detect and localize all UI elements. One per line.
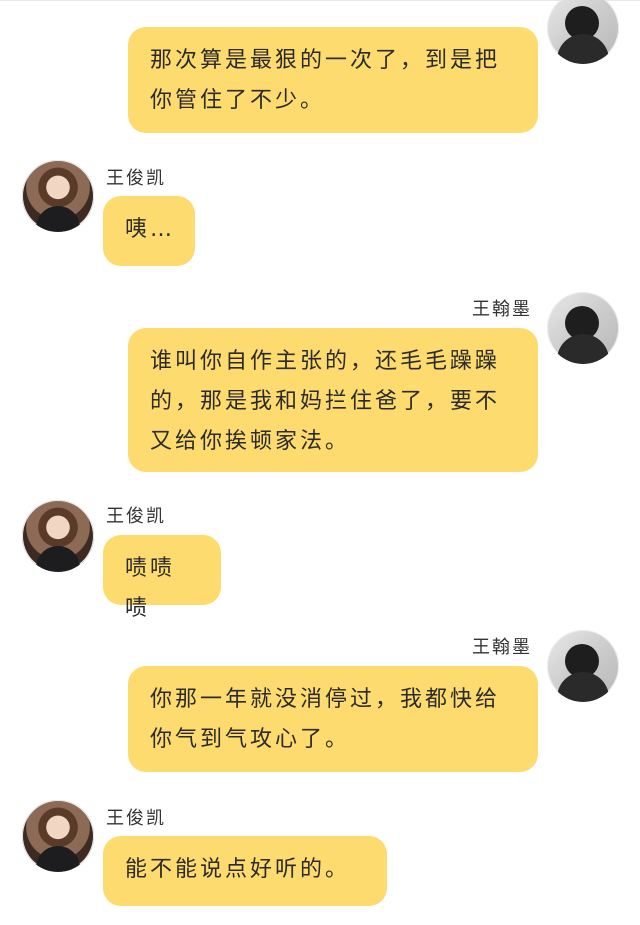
avatar-self[interactable]: [547, 292, 619, 364]
message-text: 能不能说点好听的。: [125, 857, 351, 882]
message-bubble-self[interactable]: 你那一年就没消停过，我都快给你气到气攻心了。: [128, 666, 538, 772]
message-text: 谁叫你自作主张的，还毛毛躁躁的，那是我和妈拦住爸了，要不又给你挨顿家法。: [150, 349, 501, 454]
sender-name: 王俊凯: [106, 808, 166, 829]
message-bubble-self[interactable]: 那次算是最狠的一次了，到是把你管住了不少。: [128, 27, 538, 133]
top-divider: [0, 0, 640, 1]
avatar-other[interactable]: [22, 800, 94, 872]
message-text: 咦…: [125, 217, 176, 242]
sender-name: 王翰墨: [472, 637, 532, 658]
message-bubble-self[interactable]: 谁叫你自作主张的，还毛毛躁躁的，那是我和妈拦住爸了，要不又给你挨顿家法。: [128, 328, 538, 472]
avatar-self[interactable]: [547, 0, 619, 64]
message-text: 啧啧啧: [125, 556, 176, 621]
message-text: 那次算是最狠的一次了，到是把你管住了不少。: [150, 48, 501, 113]
avatar-other[interactable]: [22, 500, 94, 572]
sender-name: 王俊凯: [106, 168, 166, 189]
sender-name: 王俊凯: [106, 506, 166, 527]
avatar-self[interactable]: [547, 630, 619, 702]
avatar-other[interactable]: [22, 160, 94, 232]
message-bubble-other[interactable]: 能不能说点好听的。: [103, 836, 387, 906]
message-bubble-other[interactable]: 啧啧啧: [103, 535, 221, 621]
message-text: 你那一年就没消停过，我都快给你气到气攻心了。: [150, 687, 501, 752]
sender-name: 王翰墨: [472, 299, 532, 320]
message-bubble-other[interactable]: 咦…: [103, 196, 195, 266]
